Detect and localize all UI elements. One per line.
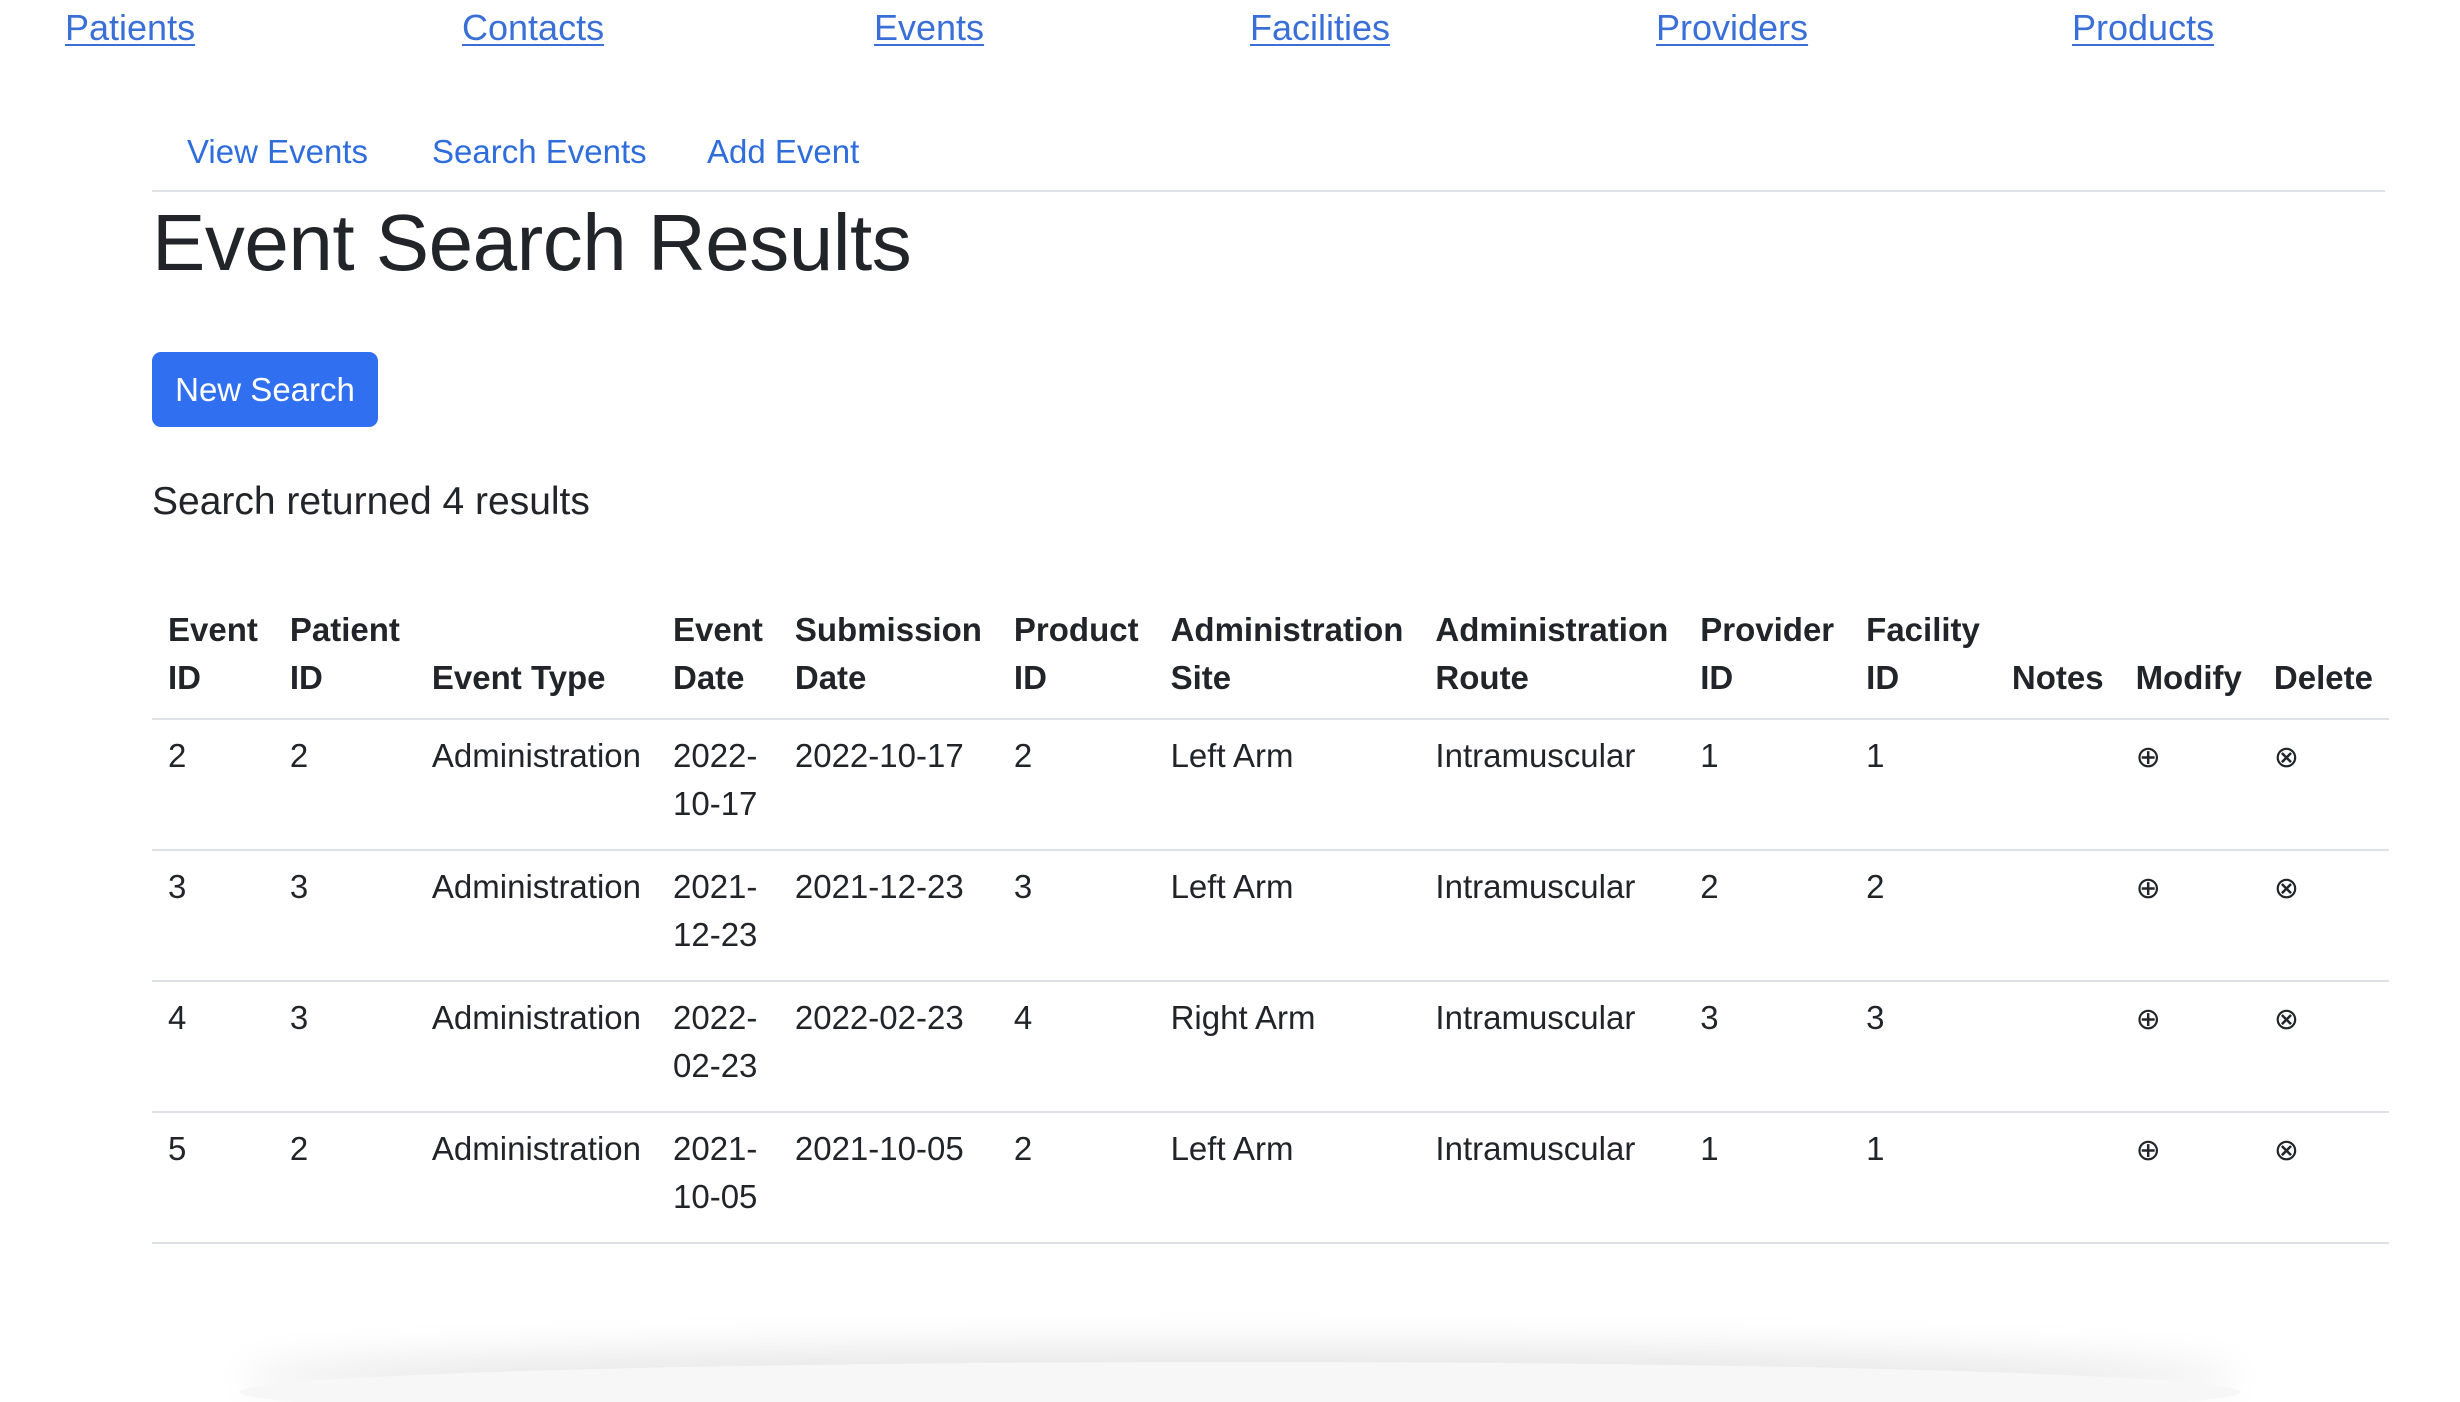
cell-administration-route: Intramuscular [1419, 1112, 1685, 1244]
nav-link-events[interactable]: Events [874, 6, 984, 50]
cell-event-id: 2 [152, 719, 274, 851]
table-row: 3 3 Administration 2021- 12-23 2021-12-23… [152, 850, 2389, 982]
cell-facility-id: 1 [1850, 719, 1996, 851]
circled-plus-icon[interactable]: ⊕ [2136, 996, 2161, 1044]
cell-event-date: 2022- 02-23 [657, 981, 779, 1113]
cell-delete: ⊗ [2257, 719, 2389, 851]
cell-patient-id: 2 [273, 719, 416, 851]
header-provider-id: Provider ID [1684, 602, 1851, 720]
cell-patient-id: 2 [273, 1112, 416, 1244]
event-results-table: Event ID Patient ID Event Type Event Date S… [152, 602, 2389, 1244]
cell-administration-route: Intramuscular [1419, 981, 1685, 1113]
circled-plus-icon[interactable]: ⊕ [2136, 1127, 2161, 1175]
cell-modify: ⊕ [2119, 981, 2258, 1113]
cell-submission-date: 2022-02-23 [778, 981, 998, 1113]
nav-link-providers[interactable]: Providers [1656, 6, 1808, 50]
table-row: 5 2 Administration 2021- 10-05 2021-10-05… [152, 1112, 2389, 1244]
cell-provider-id: 1 [1684, 719, 1851, 851]
table-row: 2 2 Administration 2022- 10-17 2022-10-17… [152, 719, 2389, 851]
bottom-shadow-decoration [240, 1362, 2240, 1402]
header-event-date: Event Date [657, 602, 779, 720]
new-search-button[interactable]: New Search [152, 352, 378, 427]
circled-times-icon[interactable]: ⊗ [2274, 1127, 2299, 1175]
cell-event-type: Administration [415, 981, 657, 1113]
circled-plus-icon[interactable]: ⊕ [2136, 865, 2161, 913]
nav-link-products[interactable]: Products [2072, 6, 2214, 50]
header-facility-id: Facility ID [1850, 602, 1996, 720]
cell-administration-site: Left Arm [1154, 1112, 1420, 1244]
cell-delete: ⊗ [2257, 981, 2389, 1113]
cell-provider-id: 2 [1684, 850, 1851, 982]
top-navigation: Patients Contacts Events Facilities Prov… [0, 0, 2460, 60]
cell-notes [1995, 981, 2120, 1113]
cell-event-date: 2021- 10-05 [657, 1112, 779, 1244]
subnav-view-events[interactable]: View Events [187, 130, 368, 174]
cell-notes [1995, 719, 2120, 851]
header-row: Event ID Patient ID Event Type Event Date S… [152, 602, 2389, 720]
cell-submission-date: 2021-10-05 [778, 1112, 998, 1244]
cell-event-id: 5 [152, 1112, 274, 1244]
cell-administration-route: Intramuscular [1419, 719, 1685, 851]
circled-times-icon[interactable]: ⊗ [2274, 996, 2299, 1044]
subnav-add-event[interactable]: Add Event [707, 130, 859, 174]
header-modify: Modify [2119, 602, 2258, 720]
cell-product-id: 2 [997, 719, 1155, 851]
cell-notes [1995, 1112, 2120, 1244]
circled-times-icon[interactable]: ⊗ [2274, 734, 2299, 782]
header-patient-id: Patient ID [273, 602, 416, 720]
circled-times-icon[interactable]: ⊗ [2274, 865, 2299, 913]
cell-product-id: 4 [997, 981, 1155, 1113]
nav-link-facilities[interactable]: Facilities [1250, 6, 1390, 50]
header-notes: Notes [1995, 602, 2120, 720]
nav-link-patients[interactable]: Patients [65, 6, 195, 50]
cell-modify: ⊕ [2119, 1112, 2258, 1244]
header-administration-site: Administration Site [1154, 602, 1420, 720]
page-title: Event Search Results [152, 198, 912, 287]
cell-modify: ⊕ [2119, 850, 2258, 982]
cell-administration-site: Right Arm [1154, 981, 1420, 1113]
cell-event-type: Administration [415, 1112, 657, 1244]
cell-provider-id: 3 [1684, 981, 1851, 1113]
header-event-id: Event ID [152, 602, 274, 720]
cell-patient-id: 3 [273, 850, 416, 982]
table-header: Event ID Patient ID Event Type Event Date S… [152, 602, 2389, 720]
result-count-text: Search returned 4 results [152, 480, 590, 523]
cell-event-id: 4 [152, 981, 274, 1113]
header-submission-date: Submission Date [778, 602, 998, 720]
nav-link-contacts[interactable]: Contacts [462, 6, 604, 50]
cell-modify: ⊕ [2119, 719, 2258, 851]
cell-administration-site: Left Arm [1154, 850, 1420, 982]
cell-facility-id: 1 [1850, 1112, 1996, 1244]
header-administration-route: Administration Route [1419, 602, 1685, 720]
cell-event-type: Administration [415, 719, 657, 851]
cell-submission-date: 2022-10-17 [778, 719, 998, 851]
header-delete: Delete [2257, 602, 2389, 720]
events-subnav: View Events Search Events Add Event [152, 120, 2385, 192]
circled-plus-icon[interactable]: ⊕ [2136, 734, 2161, 782]
table-row: 4 3 Administration 2022- 02-23 2022-02-23… [152, 981, 2389, 1113]
cell-administration-site: Left Arm [1154, 719, 1420, 851]
cell-delete: ⊗ [2257, 1112, 2389, 1244]
cell-facility-id: 2 [1850, 850, 1996, 982]
cell-event-date: 2022- 10-17 [657, 719, 779, 851]
cell-facility-id: 3 [1850, 981, 1996, 1113]
cell-administration-route: Intramuscular [1419, 850, 1685, 982]
cell-patient-id: 3 [273, 981, 416, 1113]
table-body: 2 2 Administration 2022- 10-17 2022-10-17… [152, 719, 2389, 1244]
header-product-id: Product ID [997, 602, 1155, 720]
cell-provider-id: 1 [1684, 1112, 1851, 1244]
cell-event-id: 3 [152, 850, 274, 982]
cell-product-id: 2 [997, 1112, 1155, 1244]
cell-submission-date: 2021-12-23 [778, 850, 998, 982]
subnav-search-events[interactable]: Search Events [432, 130, 647, 174]
cell-delete: ⊗ [2257, 850, 2389, 982]
cell-notes [1995, 850, 2120, 982]
cell-event-type: Administration [415, 850, 657, 982]
cell-product-id: 3 [997, 850, 1155, 982]
header-event-type: Event Type [415, 602, 657, 720]
cell-event-date: 2021- 12-23 [657, 850, 779, 982]
